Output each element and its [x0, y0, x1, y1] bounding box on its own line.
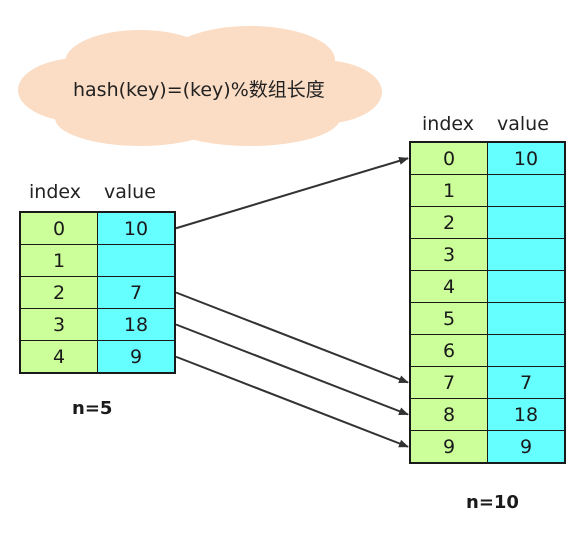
arrow-group — [175, 157, 409, 448]
index-cell: 1 — [409, 174, 488, 207]
index-cell: 2 — [19, 276, 98, 309]
index-cell: 7 — [409, 366, 488, 399]
table-row: 7 7 — [409, 366, 566, 399]
index-cell: 2 — [409, 206, 488, 239]
value-cell — [487, 174, 566, 207]
value-cell — [487, 334, 566, 367]
right-array-table: 0 10 1 2 3 4 5 6 7 7 8 18 9 9 — [409, 141, 566, 464]
table-row: 4 9 — [19, 340, 176, 374]
value-cell — [487, 206, 566, 239]
index-cell: 0 — [409, 141, 488, 175]
value-cell: 18 — [97, 308, 176, 341]
index-cell: 3 — [409, 238, 488, 271]
value-cell — [487, 238, 566, 271]
index-cell: 1 — [19, 244, 98, 277]
table-row: 3 — [409, 238, 566, 271]
table-row: 2 7 — [19, 276, 176, 309]
table-row: 4 — [409, 270, 566, 303]
table-row: 9 9 — [409, 430, 566, 464]
value-cell — [97, 244, 176, 277]
index-cell: 6 — [409, 334, 488, 367]
left-index-header: index — [29, 181, 81, 203]
table-row: 1 — [19, 244, 176, 277]
index-cell: 4 — [409, 270, 488, 303]
table-row: 3 18 — [19, 308, 176, 341]
index-cell: 3 — [19, 308, 98, 341]
table-row: 2 — [409, 206, 566, 239]
value-cell: 9 — [97, 340, 176, 374]
left-value-header: value — [104, 181, 156, 203]
table-row: 8 18 — [409, 398, 566, 431]
value-cell — [487, 302, 566, 335]
table-row: 6 — [409, 334, 566, 367]
value-cell: 7 — [487, 366, 566, 399]
table-row: 1 — [409, 174, 566, 207]
index-cell: 4 — [19, 340, 98, 374]
table-row: 0 10 — [409, 141, 566, 175]
value-cell: 10 — [487, 141, 566, 175]
value-cell — [487, 270, 566, 303]
index-cell: 8 — [409, 398, 488, 431]
index-cell: 9 — [409, 430, 488, 464]
index-cell: 0 — [19, 211, 98, 245]
right-value-header: value — [497, 113, 549, 135]
value-cell: 7 — [97, 276, 176, 309]
hash-formula: hash(key)=(key)%数组长度 — [73, 79, 325, 101]
table-row: 5 — [409, 302, 566, 335]
mapping-arrow — [175, 157, 409, 230]
table-row: 0 10 — [19, 211, 176, 245]
right-n-label: n=10 — [466, 492, 519, 513]
right-index-header: index — [422, 113, 474, 135]
hash-resize-diagram: hash(key)=(key)%数组长度 index value 0 10 1 … — [0, 0, 577, 537]
value-cell: 9 — [487, 430, 566, 464]
left-array-table: 0 10 1 2 7 3 18 4 9 — [19, 211, 176, 374]
index-cell: 5 — [409, 302, 488, 335]
value-cell: 10 — [97, 211, 176, 245]
left-n-label: n=5 — [72, 398, 113, 419]
value-cell: 18 — [487, 398, 566, 431]
